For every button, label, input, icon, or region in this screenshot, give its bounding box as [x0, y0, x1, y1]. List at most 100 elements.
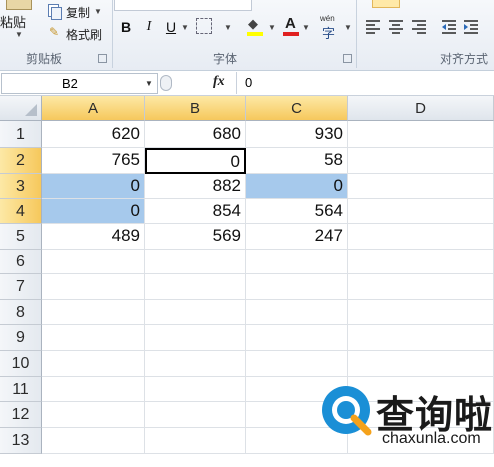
cell-c1[interactable]: 930 [246, 121, 348, 148]
name-box-value: B2 [62, 76, 78, 91]
chevron-down-icon: ▼ [94, 7, 102, 16]
cell-a5[interactable]: 489 [42, 224, 145, 250]
cell-b1[interactable]: 680 [145, 121, 246, 148]
cell-d1[interactable] [348, 121, 494, 148]
cell-d10[interactable] [348, 351, 494, 377]
top-align-button[interactable] [372, 0, 400, 8]
row-header-3[interactable]: 3 [0, 174, 42, 199]
column-header-b[interactable]: B [145, 96, 246, 121]
font-name-box[interactable] [114, 0, 252, 11]
cell-a3[interactable]: 0 [42, 174, 145, 199]
row-header-2[interactable]: 2 [0, 148, 42, 174]
cell-a1[interactable]: 620 [42, 121, 145, 148]
cell-c4[interactable]: 564 [246, 199, 348, 224]
row-header-8[interactable]: 8 [0, 300, 42, 325]
phonetic-button[interactable]: wén 字 [320, 14, 342, 41]
font-color-dropdown-icon[interactable]: ▼ [302, 23, 310, 32]
paste-button[interactable]: 粘贴 ▼ [0, 0, 44, 44]
fill-color-button[interactable]: ◆ [246, 16, 266, 38]
font-dialog-launcher-icon[interactable] [343, 54, 352, 63]
border-button[interactable] [196, 18, 212, 34]
cell-a2[interactable]: 765 [42, 148, 145, 174]
row-header-7[interactable]: 7 [0, 274, 42, 300]
fill-color-bar [247, 32, 263, 36]
cell-b11[interactable] [145, 377, 246, 402]
cell-a12[interactable] [42, 402, 145, 428]
copy-button[interactable]: 复制 ▼ [46, 2, 108, 20]
cell-a9[interactable] [42, 325, 145, 351]
column-header-c[interactable]: C [246, 96, 348, 121]
cell-c5[interactable]: 247 [246, 224, 348, 250]
cell-b12[interactable] [145, 402, 246, 428]
cell-d5[interactable] [348, 224, 494, 250]
row-header-11[interactable]: 11 [0, 377, 42, 402]
align-right-button[interactable] [410, 18, 428, 34]
cell-d6[interactable] [348, 250, 494, 274]
cell-c6[interactable] [246, 250, 348, 274]
cell-b2[interactable]: 0 [145, 148, 246, 174]
cell-c7[interactable] [246, 274, 348, 300]
format-painter-button[interactable]: ✎ 格式刷 [46, 23, 108, 43]
row-header-6[interactable]: 6 [0, 250, 42, 274]
row-header-10[interactable]: 10 [0, 351, 42, 377]
cell-b6[interactable] [145, 250, 246, 274]
row-header-5[interactable]: 5 [0, 224, 42, 250]
cell-d7[interactable] [348, 274, 494, 300]
column-header-d[interactable]: D [348, 96, 494, 121]
underline-dropdown-icon[interactable]: ▼ [181, 23, 189, 32]
column-header-a[interactable]: A [42, 96, 145, 121]
fill-dropdown-icon[interactable]: ▼ [268, 23, 276, 32]
cell-c8[interactable] [246, 300, 348, 325]
cell-c3[interactable]: 0 [246, 174, 348, 199]
cell-d3[interactable] [348, 174, 494, 199]
cell-b8[interactable] [145, 300, 246, 325]
cell-d2[interactable] [348, 148, 494, 174]
row-header-1[interactable]: 1 [0, 121, 42, 148]
insert-function-button[interactable]: fx [208, 73, 234, 93]
cell-b13[interactable] [145, 428, 246, 454]
cell-d9[interactable] [348, 325, 494, 351]
underline-button[interactable]: U [162, 16, 180, 38]
cell-b7[interactable] [145, 274, 246, 300]
cell-a13[interactable] [42, 428, 145, 454]
cell-b3[interactable]: 882 [145, 174, 246, 199]
cell-c9[interactable] [246, 325, 348, 351]
font-color-button[interactable]: A [282, 15, 300, 38]
align-left-button[interactable] [364, 18, 382, 34]
cell-a4[interactable]: 0 [42, 199, 145, 224]
select-all-button[interactable] [0, 96, 42, 121]
clipboard-dialog-launcher-icon[interactable] [98, 54, 107, 63]
ribbon: 粘贴 ▼ 复制 ▼ ✎ 格式刷 剪贴板 B I U ▼ ▼ ◆ ▼ A ▼ wé… [0, 0, 494, 71]
border-dropdown-icon[interactable]: ▼ [224, 23, 232, 32]
cell-b5[interactable]: 569 [145, 224, 246, 250]
phonetic-dropdown-icon[interactable]: ▼ [344, 23, 352, 32]
cell-b9[interactable] [145, 325, 246, 351]
cell-c2[interactable]: 58 [246, 148, 348, 174]
row-header-13[interactable]: 13 [0, 428, 42, 454]
cell-a11[interactable] [42, 377, 145, 402]
row-header-4[interactable]: 4 [0, 199, 42, 224]
chevron-down-icon[interactable]: ▼ [145, 74, 153, 93]
formula-bar-splitter[interactable] [160, 75, 172, 91]
increase-indent-button[interactable] [462, 18, 480, 34]
decrease-indent-button[interactable] [440, 18, 458, 34]
cell-a6[interactable] [42, 250, 145, 274]
cell-d4[interactable] [348, 199, 494, 224]
cell-b10[interactable] [145, 351, 246, 377]
cell-a8[interactable] [42, 300, 145, 325]
formula-input[interactable]: 0 [236, 72, 493, 94]
cell-a10[interactable] [42, 351, 145, 377]
italic-button[interactable]: I [140, 16, 158, 38]
name-box[interactable]: B2 ▼ [1, 73, 158, 94]
align-right-icon [412, 20, 426, 34]
row-header-9[interactable]: 9 [0, 325, 42, 351]
align-center-button[interactable] [387, 18, 405, 34]
clipboard-group-label: 剪贴板 [26, 52, 63, 66]
row-header-12[interactable]: 12 [0, 402, 42, 428]
chevron-down-icon: ▼ [15, 30, 23, 39]
bold-button[interactable]: B [117, 16, 135, 38]
cell-b4[interactable]: 854 [145, 199, 246, 224]
cell-a7[interactable] [42, 274, 145, 300]
cell-c10[interactable] [246, 351, 348, 377]
cell-d8[interactable] [348, 300, 494, 325]
